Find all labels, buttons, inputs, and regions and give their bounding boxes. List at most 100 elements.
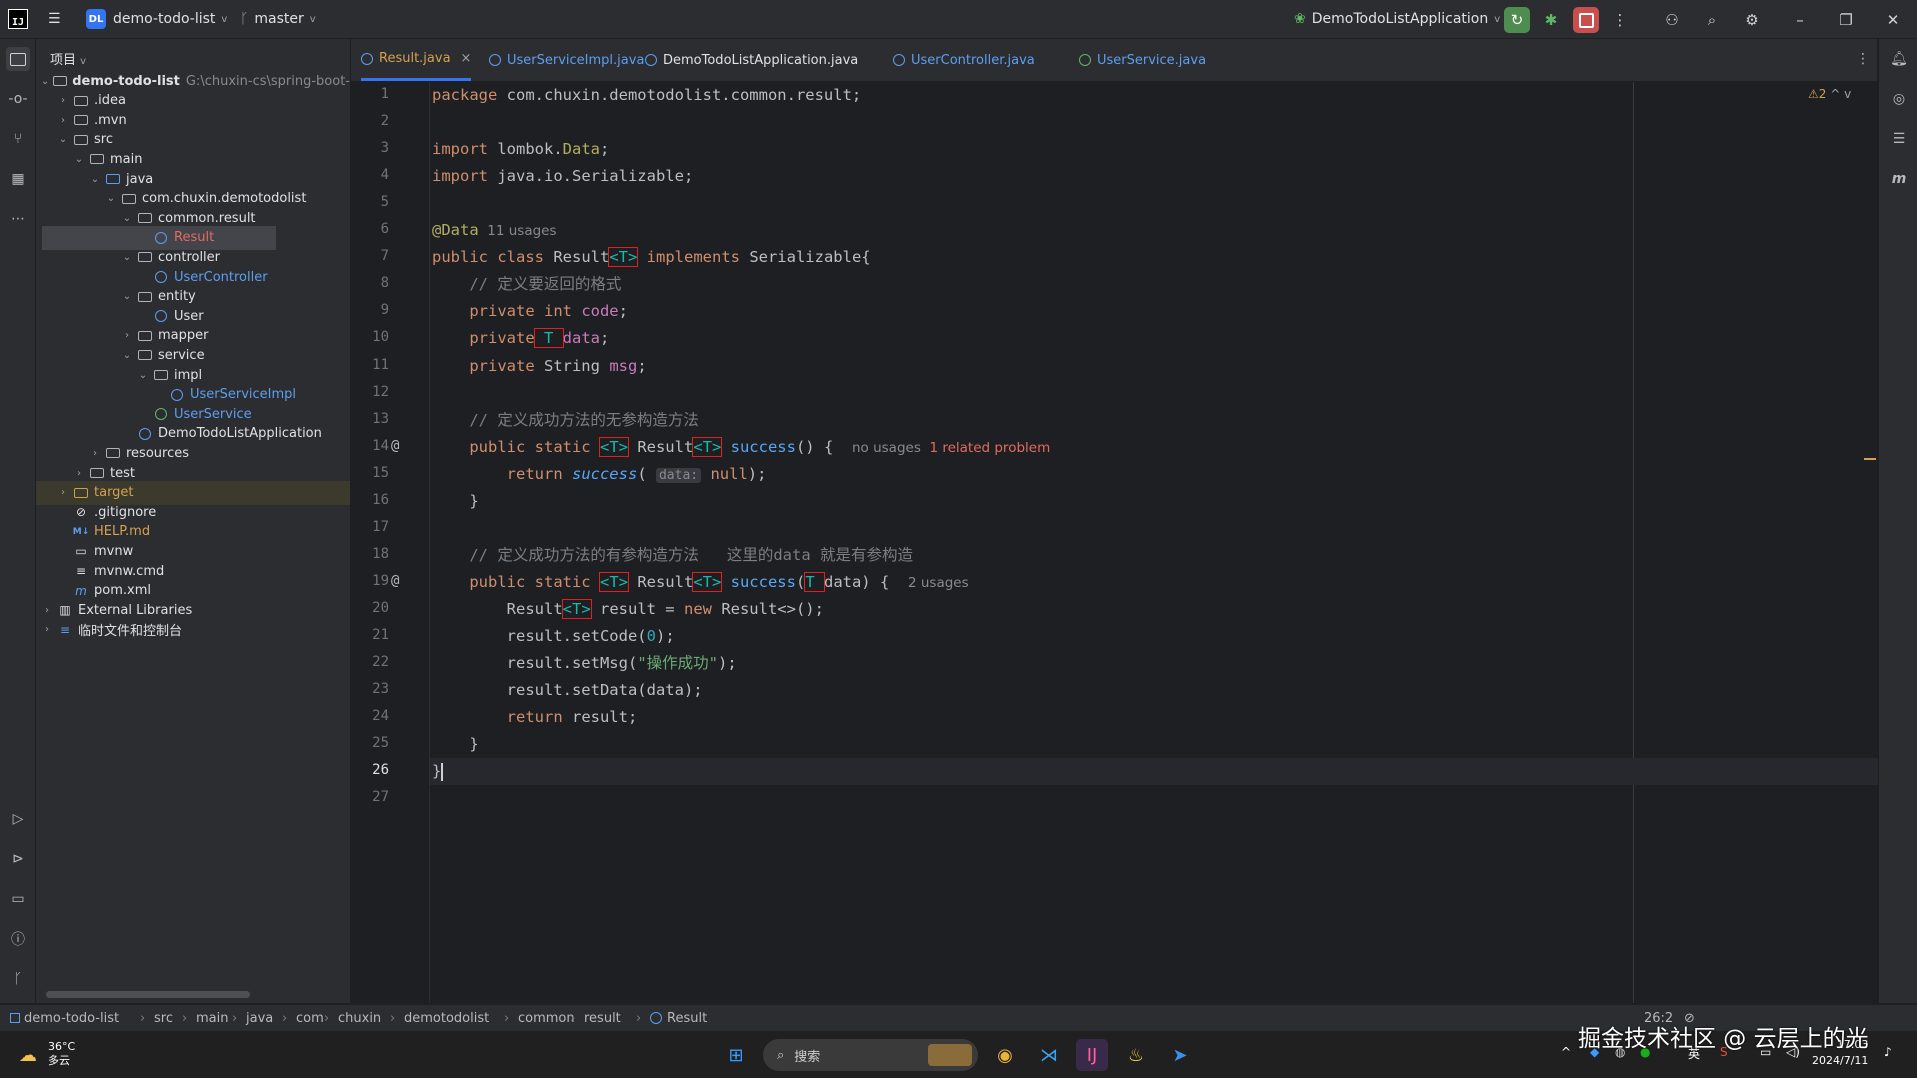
tab-demotodolistapplication-java[interactable]: DemoTodoListApplication.java — [645, 39, 858, 81]
tab-close-icon[interactable]: × — [461, 51, 472, 66]
line-number: 27 — [372, 789, 389, 806]
implemented-marker-icon[interactable]: @ — [391, 438, 399, 454]
structure-icon[interactable]: ▦ — [6, 167, 30, 191]
more-actions-icon[interactable]: ⋮ — [1607, 7, 1633, 33]
interface-icon — [1079, 54, 1091, 66]
inspection-warnings[interactable]: ⚠2 ^ v — [1808, 87, 1851, 101]
chrome-icon[interactable]: ◉ — [989, 1039, 1021, 1071]
breadcrumb-item[interactable]: demo-todo-list — [10, 1005, 119, 1031]
search-icon[interactable]: ⌕ — [1699, 7, 1725, 33]
line-number: 17 — [372, 518, 389, 535]
chevron-down-icon[interactable]: ⌄ — [120, 213, 134, 224]
chevron-down-icon[interactable]: ⌄ — [120, 350, 134, 361]
weather-widget[interactable]: 36°C 多云 — [48, 1040, 75, 1068]
tab-userservice-java[interactable]: UserService.java — [1079, 39, 1206, 81]
tab-options-icon[interactable]: ⋮ — [1856, 51, 1870, 67]
project-tool-icon[interactable] — [6, 47, 30, 71]
rerun-button[interactable]: ↻ — [1504, 7, 1530, 33]
chevron-down-icon[interactable]: ⌄ — [120, 291, 134, 302]
weather-cloud-icon[interactable]: ☁ — [12, 1039, 44, 1071]
scratch-icon: ≡ — [59, 622, 71, 637]
tree-item[interactable]: › ≡ 临时文件和控制台 — [36, 618, 350, 642]
chevron-down-icon[interactable]: ⌄ — [88, 174, 102, 185]
implemented-marker-icon[interactable]: @ — [391, 573, 399, 589]
breadcrumb-item[interactable]: com — [296, 1005, 324, 1031]
branch-switcher[interactable]: ᚴ master v — [240, 0, 316, 38]
breadcrumb-item[interactable]: chuxin — [338, 1005, 381, 1031]
run-icon[interactable]: ▷ — [6, 807, 30, 831]
tray-overflow-icon[interactable]: ^ — [1561, 1045, 1571, 1059]
terminal-icon[interactable]: ▭ — [6, 887, 30, 911]
maven-icon[interactable]: m — [1887, 167, 1911, 191]
chevron-down-icon[interactable]: ⌄ — [136, 370, 150, 381]
database-icon[interactable]: ☰ — [1887, 127, 1911, 151]
tree-item-label: External Libraries — [78, 602, 193, 618]
chevron-right-icon[interactable]: › — [56, 95, 70, 106]
close-icon[interactable]: ✕ — [1880, 7, 1906, 33]
breadcrumb-item[interactable]: java — [246, 1005, 273, 1031]
tab-result-java[interactable]: Result.java × — [361, 39, 472, 81]
chevron-down-icon[interactable]: ⌄ — [40, 76, 50, 87]
feishu-app-icon[interactable]: ➤ — [1164, 1039, 1196, 1071]
line-number: 14 — [372, 437, 389, 454]
code-line: @Data 11 usages — [432, 217, 557, 244]
code-token: ); — [747, 464, 767, 483]
chevron-right-icon[interactable]: › — [56, 115, 70, 126]
breadcrumb-separator-icon: › — [390, 1010, 396, 1026]
intellij-taskbar-icon[interactable]: IJ — [1076, 1039, 1108, 1071]
more-tools-icon[interactable]: ⋯ — [6, 207, 30, 231]
chevron-down-icon[interactable]: ⌄ — [104, 193, 118, 204]
main-menu-icon[interactable]: ☰ — [48, 0, 61, 38]
chevron-right-icon[interactable]: › — [56, 487, 70, 498]
line-number: 25 — [372, 735, 389, 752]
run-config-selector[interactable]: ❀ DemoTodoListApplication v — [1294, 0, 1500, 38]
breadcrumb-item[interactable]: main — [196, 1005, 228, 1031]
chevron-down-icon[interactable]: ⌄ — [120, 252, 134, 263]
chevron-right-icon[interactable]: › — [40, 605, 54, 616]
line-number: 5 — [380, 194, 389, 211]
chevron-right-icon[interactable]: › — [40, 624, 54, 635]
chevron-right-icon[interactable]: › — [72, 468, 86, 479]
breadcrumb-item[interactable]: common — [518, 1005, 575, 1031]
code-editor[interactable]: package com.chuxin.demotodolist.common.r… — [430, 82, 1878, 1003]
commit-icon[interactable]: -o- — [6, 87, 30, 111]
windows-start-icon[interactable]: ⊞ — [720, 1039, 752, 1071]
chevron-right-icon[interactable]: › — [120, 330, 134, 341]
pull-requests-icon[interactable]: ⑂ — [6, 127, 30, 151]
intellij-logo-icon[interactable]: IJ — [8, 9, 28, 29]
code-with-me-icon[interactable]: ⚇ — [1659, 7, 1685, 33]
services-icon[interactable]: ⊳ — [6, 847, 30, 871]
breadcrumb-item[interactable]: demotodolist — [404, 1005, 489, 1031]
breadcrumb-item[interactable]: Result — [650, 1005, 707, 1031]
stop-button[interactable] — [1573, 7, 1599, 33]
code-token: } — [432, 735, 479, 754]
minimize-icon[interactable]: – — [1787, 7, 1813, 33]
package-icon — [137, 250, 153, 264]
problems-icon[interactable]: ⓘ — [6, 927, 30, 951]
project-switcher[interactable]: DL demo-todo-list v — [86, 0, 227, 38]
restore-icon[interactable]: ❐ — [1833, 7, 1859, 33]
notifications-icon[interactable]: 🔔︎ — [1887, 47, 1911, 71]
project-panel-header[interactable]: 项目 v — [50, 49, 86, 68]
git-icon[interactable]: ᚴ — [6, 967, 30, 991]
ai-assistant-icon[interactable]: ◎ — [1887, 87, 1911, 111]
chevron-down-icon[interactable]: ⌄ — [56, 134, 70, 145]
taskbar-search[interactable]: ⌕ 搜索 — [763, 1039, 978, 1071]
vscode-icon[interactable]: ⋊ — [1033, 1039, 1065, 1071]
code-token: Result — [627, 437, 694, 456]
chick-app-icon[interactable]: ♨ — [1120, 1039, 1152, 1071]
debug-button[interactable]: ✱ — [1538, 7, 1564, 33]
warning-stripe-marker[interactable] — [1864, 458, 1876, 460]
horizontal-scrollbar[interactable] — [46, 991, 250, 998]
breadcrumb-item[interactable]: src — [154, 1005, 173, 1031]
folder-icon — [105, 446, 121, 460]
tab-usercontroller-java[interactable]: UserController.java — [893, 39, 1035, 81]
settings-gear-icon[interactable]: ⚙ — [1739, 7, 1765, 33]
chevron-right-icon[interactable]: › — [88, 448, 102, 459]
tab-userserviceimpl-java[interactable]: UserServiceImpl.java — [489, 39, 644, 81]
notification-bell-icon[interactable]: ♪ — [1884, 1045, 1892, 1059]
breadcrumb-item[interactable]: result — [584, 1005, 621, 1031]
chevron-down-icon[interactable]: ⌄ — [72, 154, 86, 165]
package-icon — [137, 290, 153, 304]
code-token: Result — [553, 248, 610, 267]
